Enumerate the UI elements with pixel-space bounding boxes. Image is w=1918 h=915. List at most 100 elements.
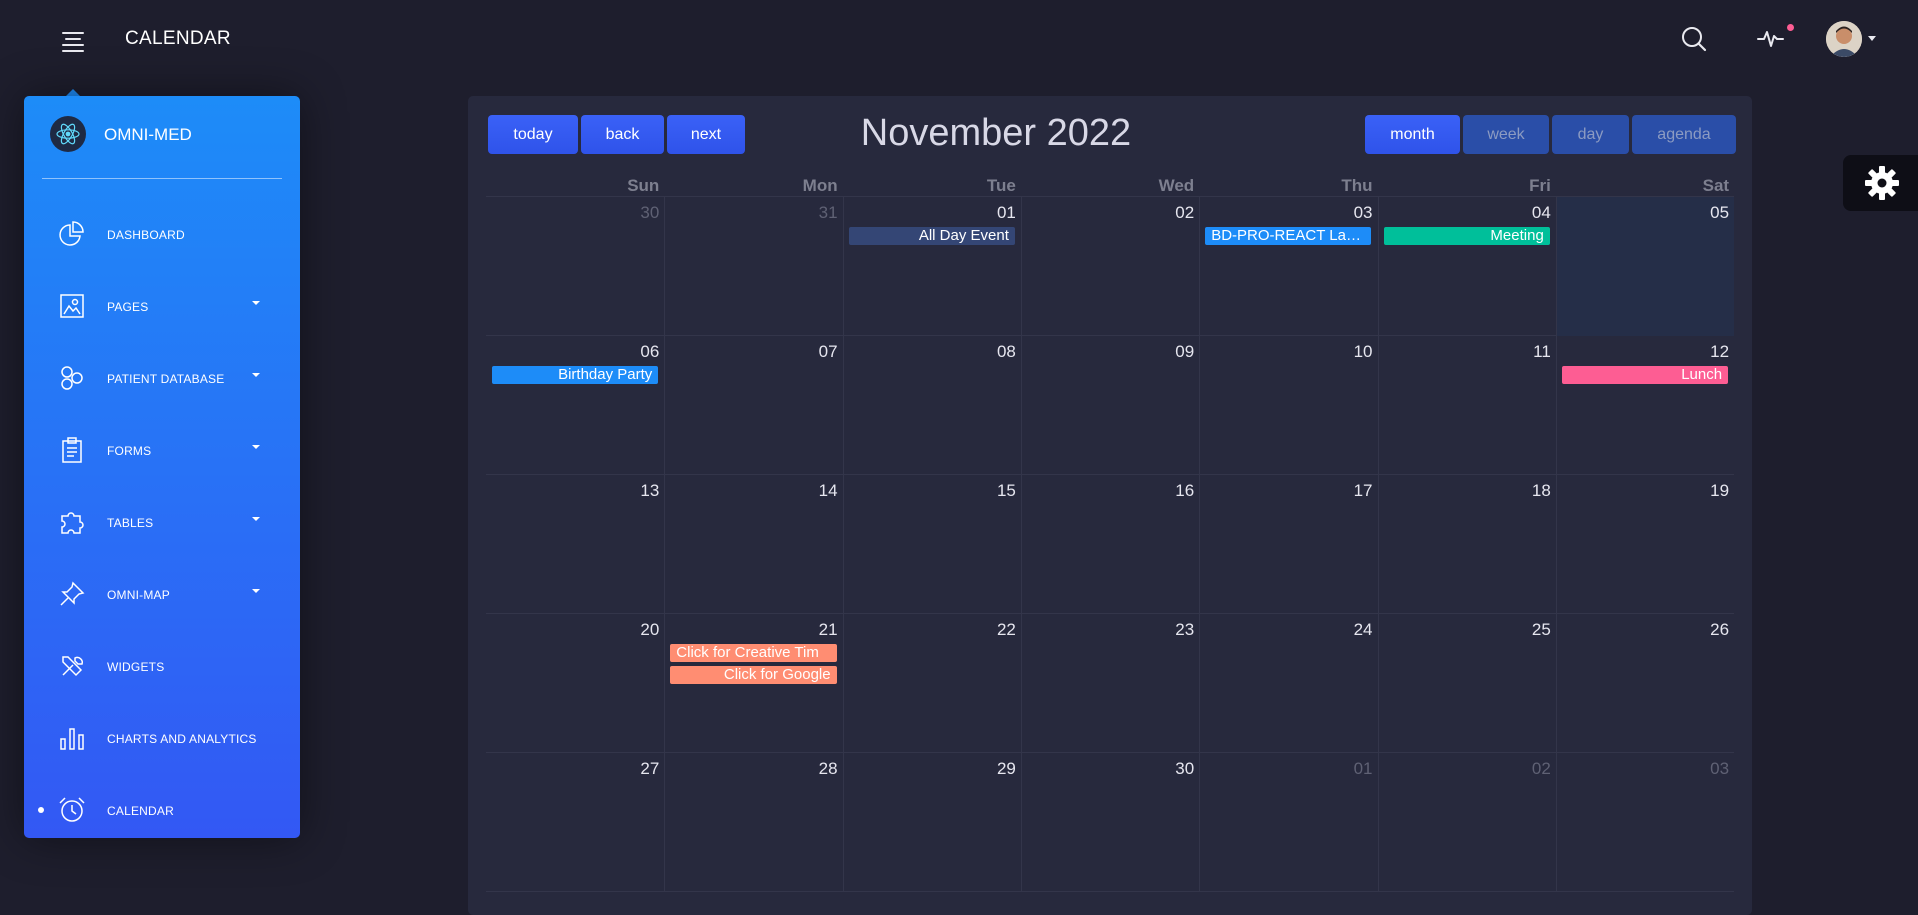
day-number[interactable]: 15 [997, 481, 1016, 501]
calendar-event[interactable]: Click for Creative Tim [670, 644, 837, 662]
day-number[interactable]: 22 [997, 620, 1016, 640]
day-number[interactable]: 03 [1354, 203, 1373, 223]
day-cell[interactable]: 25 [1377, 614, 1556, 753]
view-day-button[interactable]: day [1552, 115, 1629, 154]
calendar-event[interactable]: Birthday Party [492, 366, 659, 384]
day-cell[interactable]: 16 [1020, 475, 1199, 614]
day-number[interactable]: 12 [1710, 342, 1729, 362]
search-icon[interactable] [1677, 22, 1711, 56]
day-number[interactable]: 14 [819, 481, 838, 501]
day-number[interactable]: 26 [1710, 620, 1729, 640]
day-number[interactable]: 18 [1532, 481, 1551, 501]
day-number[interactable]: 17 [1354, 481, 1373, 501]
day-number[interactable]: 07 [819, 342, 838, 362]
day-number[interactable]: 11 [1533, 342, 1551, 362]
day-cell[interactable]: 20 [486, 614, 664, 753]
day-number[interactable]: 08 [997, 342, 1016, 362]
day-cell[interactable]: 17 [1199, 475, 1377, 614]
day-cell[interactable]: 24 [1199, 614, 1377, 753]
day-number[interactable]: 02 [1532, 759, 1551, 779]
day-cell[interactable]: 13 [486, 475, 664, 614]
menu-icon[interactable] [58, 28, 88, 54]
day-cell[interactable]: 18 [1377, 475, 1556, 614]
day-number[interactable]: 28 [819, 759, 838, 779]
settings-button[interactable] [1843, 155, 1918, 211]
day-number[interactable]: 21 [819, 620, 838, 640]
calendar-event[interactable]: All Day Event [848, 227, 1015, 245]
sidebar-item-calendar[interactable]: CALENDAR [24, 782, 300, 838]
day-cell[interactable]: 06 [486, 336, 664, 475]
day-cell[interactable]: 30 [1020, 753, 1199, 892]
day-cell[interactable]: 23 [1020, 614, 1199, 753]
view-month-button[interactable]: month [1365, 115, 1460, 154]
avatar[interactable] [1826, 21, 1862, 57]
day-cell[interactable]: 19 [1555, 475, 1734, 614]
day-cell[interactable]: 01 [842, 197, 1021, 336]
day-number[interactable]: 27 [640, 759, 659, 779]
day-number[interactable]: 03 [1710, 759, 1729, 779]
day-number[interactable]: 25 [1532, 620, 1551, 640]
brand-link[interactable]: OMNI-MED [50, 116, 280, 152]
day-cell[interactable]: 08 [842, 336, 1021, 475]
day-cell[interactable]: 09 [1020, 336, 1199, 475]
day-cell[interactable]: 28 [664, 753, 842, 892]
sidebar-item-pages[interactable]: PAGES [24, 278, 300, 334]
day-cell[interactable]: 27 [486, 753, 664, 892]
day-cell[interactable]: 02 [1377, 753, 1556, 892]
day-number[interactable]: 05 [1710, 203, 1729, 223]
day-cell[interactable]: 03 [1199, 197, 1377, 336]
calendar-event[interactable]: BD-PRO-REACT Launch [1205, 227, 1372, 245]
day-cell[interactable]: 02 [1020, 197, 1199, 336]
sidebar-item-patient-database[interactable]: PATIENT DATABASE [24, 350, 300, 406]
day-number[interactable]: 30 [1175, 759, 1194, 779]
day-cell[interactable]: 31 [664, 197, 842, 336]
day-number[interactable]: 24 [1354, 620, 1373, 640]
day-number[interactable]: 16 [1175, 481, 1194, 501]
sidebar-item-forms[interactable]: FORMS [24, 422, 300, 478]
sidebar-item-widgets[interactable]: WIDGETS [24, 638, 300, 694]
calendar-event[interactable]: Lunch [1561, 366, 1729, 384]
day-cell[interactable]: 05 [1555, 197, 1735, 336]
day-cell[interactable]: 29 [842, 753, 1021, 892]
day-number[interactable]: 01 [1354, 759, 1373, 779]
sidebar-item-charts-and-analytics[interactable]: CHARTS AND ANALYTICS [24, 710, 300, 766]
day-cell[interactable]: 22 [842, 614, 1021, 753]
day-cell[interactable]: 04 [1377, 197, 1556, 336]
day-cell[interactable]: 14 [664, 475, 842, 614]
day-number[interactable]: 31 [819, 203, 838, 223]
caret-down-icon[interactable] [1868, 36, 1876, 41]
back-button[interactable]: back [581, 115, 664, 154]
sidebar-item-dashboard[interactable]: DASHBOARD [24, 206, 300, 262]
view-agenda-button[interactable]: agenda [1632, 115, 1736, 154]
day-cell[interactable]: 26 [1555, 614, 1734, 753]
day-cell[interactable]: 10 [1199, 336, 1377, 475]
calendar-event[interactable]: Click for Google [670, 666, 837, 684]
day-cell[interactable]: 12 [1555, 336, 1734, 475]
calendar-event[interactable]: Meeting [1383, 227, 1550, 245]
day-number[interactable]: 10 [1354, 342, 1373, 362]
day-cell[interactable]: 30 [486, 197, 664, 336]
day-number[interactable]: 30 [640, 203, 659, 223]
day-number[interactable]: 23 [1175, 620, 1194, 640]
day-number[interactable]: 02 [1175, 203, 1194, 223]
day-number[interactable]: 04 [1532, 203, 1551, 223]
day-cell[interactable]: 03 [1555, 753, 1734, 892]
sidebar-item-omni-map[interactable]: OMNI-MAP [24, 566, 300, 622]
day-cell[interactable]: 07 [664, 336, 842, 475]
day-cell[interactable]: 15 [842, 475, 1021, 614]
day-cell[interactable]: 11 [1377, 336, 1556, 475]
day-number[interactable]: 13 [640, 481, 659, 501]
next-button[interactable]: next [667, 115, 745, 154]
day-number[interactable]: 29 [997, 759, 1016, 779]
today-button[interactable]: today [488, 115, 578, 154]
day-number[interactable]: 06 [640, 342, 659, 362]
activity-icon[interactable] [1755, 22, 1794, 56]
sidebar-item-tables[interactable]: TABLES [24, 494, 300, 550]
view-week-button[interactable]: week [1463, 115, 1549, 154]
day-number[interactable]: 20 [640, 620, 659, 640]
gear-icon [1865, 166, 1899, 200]
day-number[interactable]: 01 [997, 203, 1016, 223]
day-number[interactable]: 09 [1175, 342, 1194, 362]
day-cell[interactable]: 01 [1199, 753, 1377, 892]
day-number[interactable]: 19 [1710, 481, 1729, 501]
